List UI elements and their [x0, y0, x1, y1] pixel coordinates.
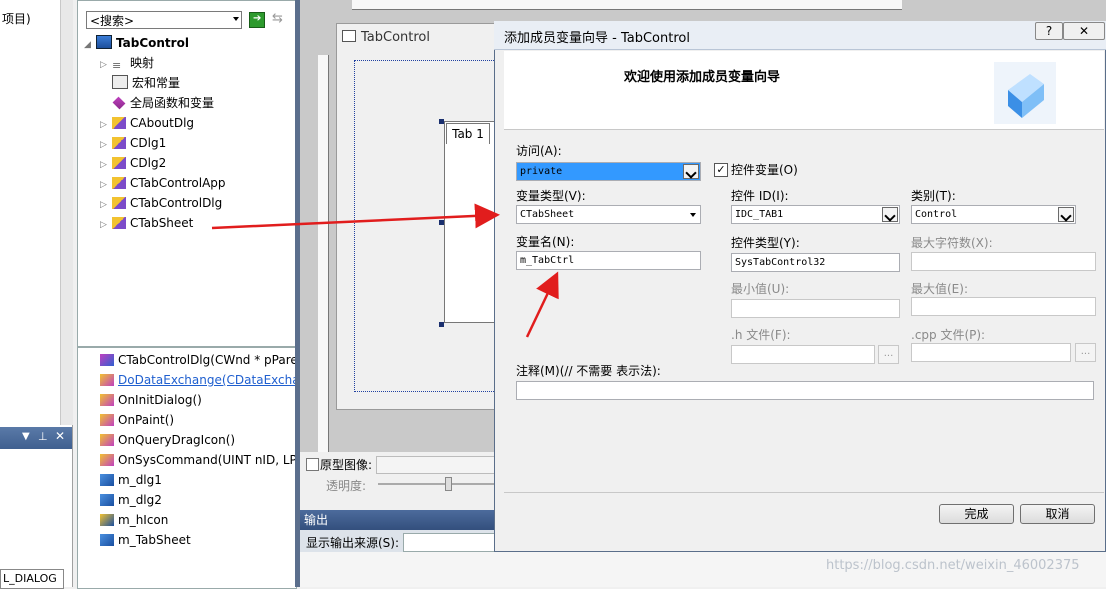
annotation-arrow-right: [211, 203, 500, 230]
annotation-arrows: [211, 203, 559, 338]
annotation-arrow-up: [525, 271, 559, 338]
watermark-text: https://blog.csdn.net/weixin_46002375: [826, 558, 1080, 573]
